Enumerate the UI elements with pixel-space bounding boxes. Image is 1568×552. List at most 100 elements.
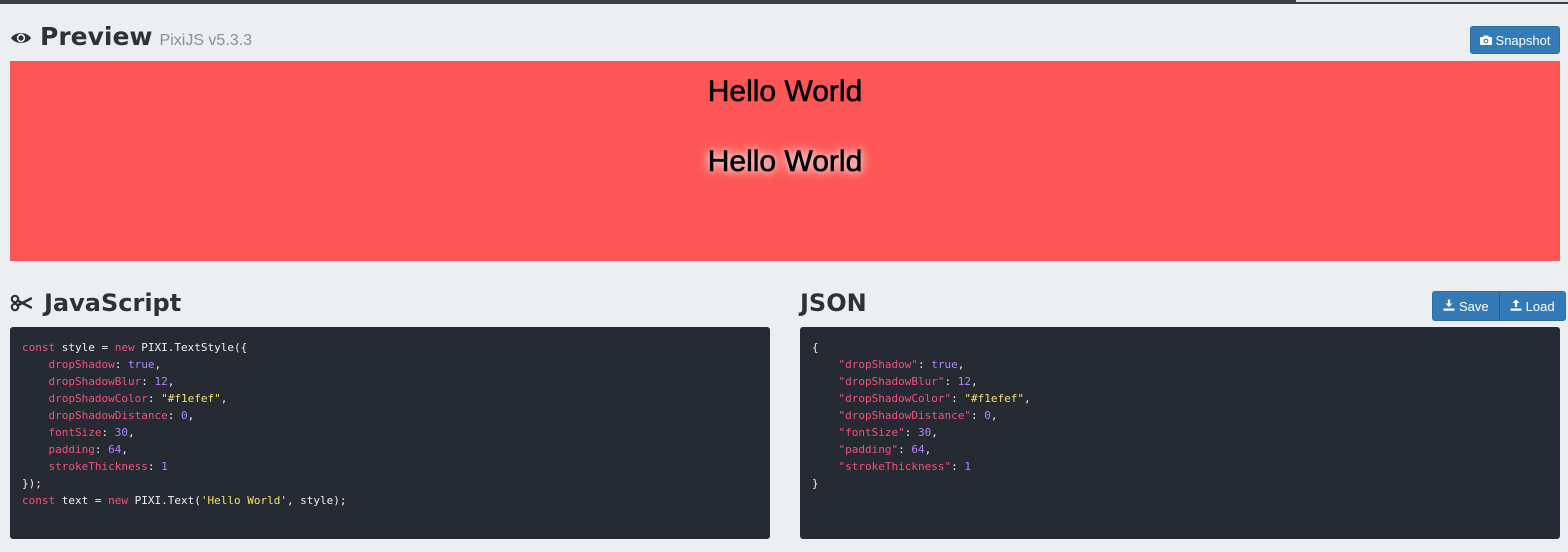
code-token: "dropShadowColor" bbox=[838, 392, 952, 405]
preview-title: Preview bbox=[40, 22, 153, 51]
code-token: dropShadowDistance bbox=[48, 409, 168, 422]
code-token: : bbox=[951, 460, 965, 473]
code-token: 64 bbox=[108, 443, 122, 456]
code-token: new bbox=[114, 341, 135, 354]
code-token: "#f1efef" bbox=[964, 392, 1024, 405]
json-actions: Save Load bbox=[1432, 291, 1566, 321]
code-line: "dropShadowBlur": 12, bbox=[812, 373, 1548, 390]
code-token: { bbox=[812, 341, 819, 354]
code-token: , bbox=[121, 443, 128, 456]
code-token: }); bbox=[22, 477, 42, 490]
code-token: , bbox=[127, 426, 135, 439]
code-line: padding: 64, bbox=[22, 441, 758, 458]
code-line: const style = new PIXI.TextStyle({ bbox=[22, 339, 758, 356]
code-token: true bbox=[931, 358, 958, 371]
code-token: : bbox=[904, 426, 918, 439]
json-title: JSON bbox=[800, 289, 867, 317]
code-token: , bbox=[924, 443, 932, 456]
json-header: JSON bbox=[800, 289, 867, 317]
javascript-header: JavaScript bbox=[10, 289, 181, 317]
code-token: , bbox=[187, 409, 195, 422]
code-line: dropShadowBlur: 12, bbox=[22, 373, 758, 390]
load-label: Load bbox=[1525, 298, 1555, 314]
upload-icon bbox=[1510, 299, 1522, 314]
pixi-version: PixiJS v5.3.3 bbox=[159, 32, 253, 49]
javascript-title: JavaScript bbox=[44, 289, 182, 317]
code-token: PIXI.TextStyle({ bbox=[134, 341, 248, 354]
code-token: : bbox=[917, 358, 932, 371]
code-token: true bbox=[127, 358, 155, 371]
code-token: "fontSize" bbox=[838, 426, 905, 439]
code-token: : bbox=[147, 460, 162, 473]
code-token: : bbox=[944, 375, 958, 388]
code-token: text = bbox=[55, 494, 109, 507]
code-line: "dropShadowColor": "#f1efef", bbox=[812, 390, 1548, 407]
code-token: : bbox=[147, 392, 162, 405]
code-line: const text = new PIXI.Text('Hello World'… bbox=[22, 492, 758, 509]
code-token: : bbox=[114, 358, 128, 371]
code-line: fontSize: 30, bbox=[22, 424, 758, 441]
load-button[interactable]: Load bbox=[1499, 291, 1566, 321]
code-token: , bbox=[931, 426, 938, 439]
code-line: "dropShadowDistance": 0, bbox=[812, 407, 1548, 424]
code-token: fontSize bbox=[48, 426, 102, 439]
download-icon bbox=[1443, 299, 1455, 314]
code-token: } bbox=[812, 477, 819, 490]
javascript-editor[interactable]: const style = new PIXI.TextStyle({ dropS… bbox=[10, 327, 770, 539]
code-token: PIXI.Text( bbox=[127, 494, 201, 507]
preview-header: Preview PixiJS v5.3.3 bbox=[10, 22, 252, 51]
code-token: padding bbox=[48, 443, 95, 456]
code-line: dropShadowDistance: 0, bbox=[22, 407, 758, 424]
code-token: new bbox=[108, 494, 128, 507]
code-token: "dropShadowDistance" bbox=[838, 409, 971, 422]
code-token: : bbox=[951, 392, 965, 405]
code-token: "dropShadow" bbox=[838, 358, 918, 371]
code-line: }); bbox=[22, 475, 758, 492]
snapshot-button[interactable]: Snapshot bbox=[1470, 26, 1560, 54]
code-token: style = bbox=[55, 341, 115, 354]
save-button[interactable]: Save bbox=[1432, 291, 1500, 321]
code-token: 12 bbox=[154, 375, 168, 388]
code-token: dropShadowBlur bbox=[48, 375, 142, 388]
code-token: "padding" bbox=[838, 443, 899, 456]
json-editor[interactable]: { "dropShadow": true, "dropShadowBlur": … bbox=[800, 327, 1560, 539]
code-token: const bbox=[22, 341, 56, 354]
code-line: { bbox=[812, 339, 1548, 356]
eye-icon bbox=[10, 30, 32, 46]
save-label: Save bbox=[1459, 298, 1489, 314]
code-token: const bbox=[22, 494, 56, 507]
code-token: : bbox=[141, 375, 155, 388]
camera-icon bbox=[1479, 33, 1492, 48]
code-token: : bbox=[898, 443, 912, 456]
hello-world-shadow-text: Hello World bbox=[707, 145, 863, 179]
code-token: : bbox=[167, 409, 181, 422]
code-token: 'Hello World' bbox=[200, 494, 287, 507]
code-token: , bbox=[1023, 392, 1031, 405]
code-token: , bbox=[990, 409, 998, 422]
code-token: , bbox=[957, 358, 965, 371]
code-token: 30 bbox=[114, 426, 128, 439]
code-token: 64 bbox=[911, 443, 925, 456]
code-token: : bbox=[94, 443, 109, 456]
preview-canvas[interactable]: Hello World Hello World bbox=[10, 61, 1560, 261]
code-token: 12 bbox=[957, 375, 971, 388]
code-line: "strokeThickness": 1 bbox=[812, 458, 1548, 475]
code-token: , bbox=[154, 358, 162, 371]
code-line: dropShadowColor: "#f1efef", bbox=[22, 390, 758, 407]
code-line: "padding": 64, bbox=[812, 441, 1548, 458]
code-token: "strokeThickness" bbox=[838, 460, 952, 473]
code-token: , style); bbox=[286, 494, 347, 507]
